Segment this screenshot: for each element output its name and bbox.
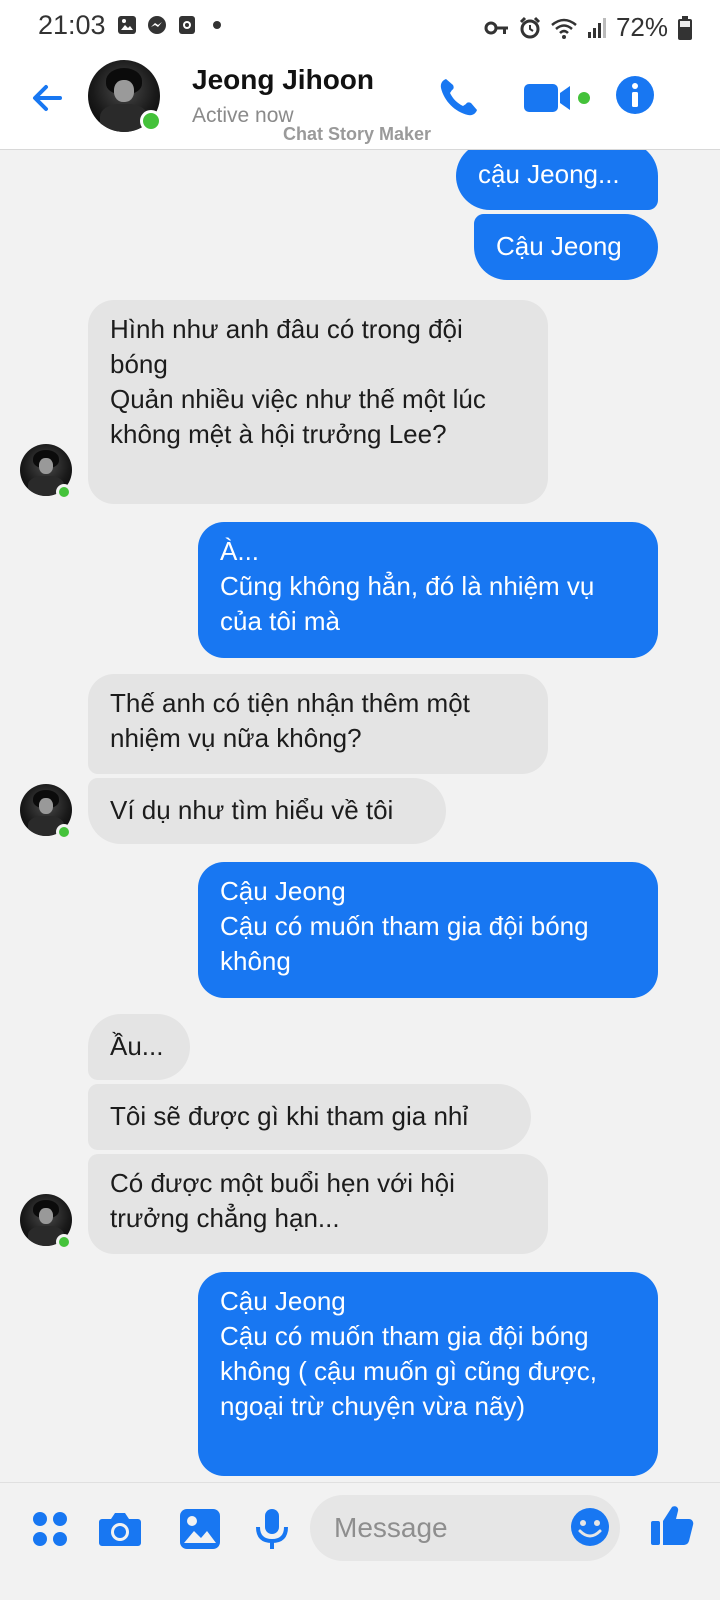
info-icon[interactable] bbox=[614, 74, 656, 116]
wifi-icon bbox=[551, 18, 577, 39]
online-indicator bbox=[140, 110, 162, 132]
online-indicator bbox=[56, 824, 72, 840]
outgoing-message[interactable]: cậu Jeong... bbox=[456, 150, 658, 210]
menu-dots-icon[interactable] bbox=[26, 1505, 74, 1553]
outgoing-message[interactable]: Cậu Jeong bbox=[474, 214, 658, 280]
key-icon bbox=[484, 21, 508, 34]
media-icon bbox=[179, 16, 195, 34]
incoming-message[interactable]: Thế anh có tiện nhận thêm một nhiệm vụ n… bbox=[88, 674, 548, 774]
watermark-text: Chat Story Maker bbox=[283, 124, 432, 144]
incoming-message[interactable]: Hình như anh đâu có trong đội bóng Quản … bbox=[88, 300, 548, 504]
incoming-message[interactable]: Ví dụ như tìm hiểu về tôi bbox=[88, 778, 446, 844]
dot-icon bbox=[213, 21, 221, 29]
outgoing-message[interactable]: Cậu Jeong Cậu có muốn tham gia đội bóng … bbox=[198, 862, 658, 998]
camera-icon[interactable] bbox=[96, 1505, 144, 1553]
message-composer bbox=[0, 1482, 720, 1600]
online-indicator bbox=[56, 1234, 72, 1250]
signal-icon bbox=[587, 17, 606, 38]
messenger-icon bbox=[148, 16, 166, 34]
online-indicator bbox=[56, 484, 72, 500]
outgoing-message[interactable]: À... Cũng không hẳn, đó là nhiệm vụ của … bbox=[198, 522, 658, 658]
emoji-icon[interactable] bbox=[568, 1505, 612, 1549]
contact-name[interactable]: Jeong Jihoon bbox=[192, 64, 374, 96]
thumbs-up-icon[interactable] bbox=[648, 1501, 696, 1549]
outgoing-message[interactable]: Cậu Jeong Cậu có muốn tham gia đội bóng … bbox=[198, 1272, 658, 1476]
incoming-message[interactable]: Có được một buổi hẹn với hội trưởng chẳn… bbox=[88, 1154, 548, 1254]
gallery-icon bbox=[118, 16, 136, 34]
gallery-icon[interactable] bbox=[176, 1505, 224, 1553]
back-arrow-icon[interactable] bbox=[26, 76, 70, 120]
phone-icon[interactable] bbox=[436, 74, 482, 120]
status-time: 21:03 bbox=[38, 10, 106, 40]
video-camera-icon[interactable] bbox=[522, 78, 598, 118]
microphone-icon[interactable] bbox=[248, 1505, 296, 1553]
incoming-message[interactable]: Ầu... bbox=[88, 1014, 190, 1080]
battery-icon bbox=[678, 16, 692, 40]
system-icons: 72% bbox=[484, 12, 668, 43]
status-bar: 21:03 72% bbox=[0, 0, 720, 52]
alarm-icon bbox=[519, 16, 541, 38]
message-list[interactable]: cậu Jeong... Cậu Jeong Hình như anh đâu … bbox=[0, 150, 720, 1482]
active-status: Active now bbox=[192, 104, 294, 127]
notification-icons bbox=[116, 14, 228, 36]
chat-header: Jeong Jihoon Active now Chat Story Maker bbox=[0, 52, 720, 150]
messenger-chat-screen: 21:03 72% Jeong Jihoon Active now Chat S… bbox=[0, 0, 720, 1600]
incoming-message[interactable]: Tôi sẽ được gì khi tham gia nhỉ bbox=[88, 1084, 531, 1150]
battery-percent: 72% bbox=[615, 12, 668, 42]
